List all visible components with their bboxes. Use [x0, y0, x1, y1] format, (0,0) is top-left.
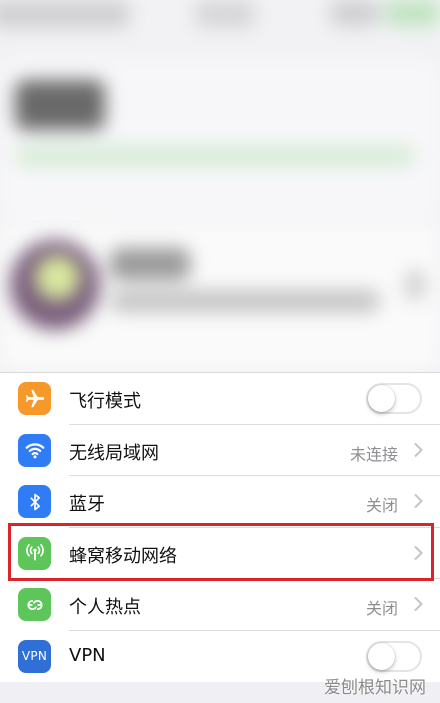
blurred-profile-area [0, 0, 440, 372]
settings-item-label: 飞行模式 [69, 391, 141, 412]
wifi-icon [18, 433, 51, 467]
toggle-knob [368, 385, 395, 412]
watermark: 爱刨根知识网 [324, 678, 426, 698]
wlan-status: 未连接 [349, 444, 398, 464]
settings-item-label: 无线局域网 [69, 442, 159, 464]
settings-item-label: 个人热点 [69, 597, 141, 618]
bluetooth-icon [18, 485, 51, 518]
toggle-knob [368, 642, 395, 670]
settings-row-bluetooth[interactable]: 蓝牙 关闭 [0, 476, 440, 528]
hotspot-icon [18, 588, 51, 621]
airplane-mode-toggle[interactable] [366, 383, 422, 414]
airplane-icon [18, 382, 51, 415]
settings-list: 飞行模式 无线局域网 未连接 蓝牙 关闭 蜂窝移动网络 个人热点 关闭 VPN … [0, 372, 440, 682]
settings-row-airplane-mode[interactable]: 飞行模式 [0, 373, 440, 425]
vpn-icon-text: VPN [21, 649, 48, 663]
settings-item-label: 蓝牙 [69, 494, 105, 515]
settings-row-cellular[interactable]: 蜂窝移动网络 [0, 528, 440, 579]
chevron-right-icon [414, 545, 423, 560]
chevron-right-icon [414, 442, 423, 457]
settings-item-label: VPN [69, 644, 106, 666]
settings-item-label: 蜂窝移动网络 [69, 545, 177, 567]
bluetooth-status: 关闭 [365, 496, 398, 515]
settings-row-wlan[interactable]: 无线局域网 未连接 [0, 425, 440, 476]
antenna-icon [18, 536, 51, 570]
vpn-icon: VPN [18, 639, 51, 673]
settings-row-personal-hotspot[interactable]: 个人热点 关闭 [0, 579, 440, 631]
vpn-toggle[interactable] [366, 640, 422, 672]
chevron-right-icon [414, 493, 423, 509]
chevron-right-icon [414, 596, 423, 612]
hotspot-status: 关闭 [365, 599, 398, 618]
